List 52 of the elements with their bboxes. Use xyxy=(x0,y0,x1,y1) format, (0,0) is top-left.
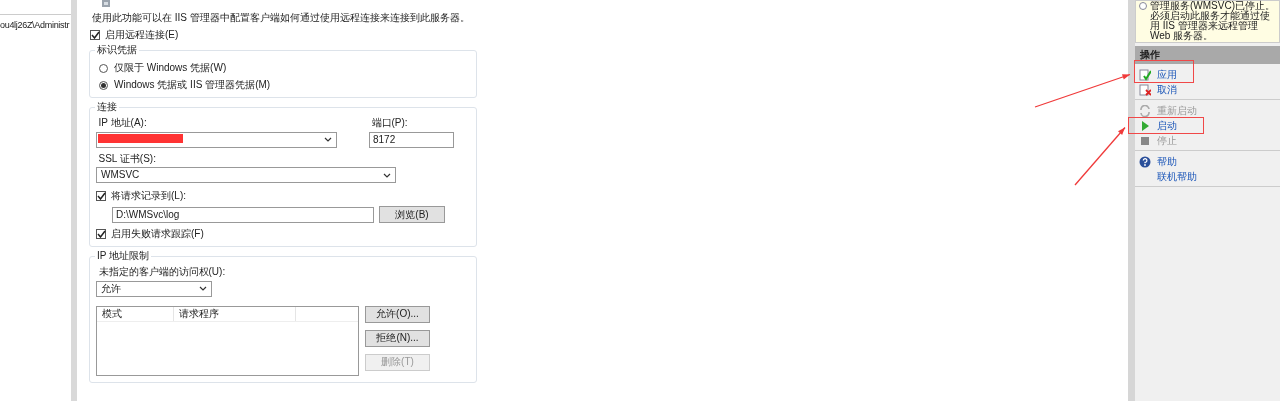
field-label: 端口(P): xyxy=(371,117,409,129)
action-button[interactable]: 允许(O)... xyxy=(365,305,430,323)
checkbox-label: 启用失败请求跟踪(F) xyxy=(111,228,204,240)
annotation-arrow xyxy=(1074,126,1126,186)
ip-address-dropdown[interactable] xyxy=(96,131,337,148)
alert-text: Web 服务器。 xyxy=(1150,31,1214,41)
refresh-icon xyxy=(1139,104,1151,117)
checkbox[interactable] xyxy=(96,191,106,201)
action-link[interactable]: 帮助 xyxy=(1135,154,1181,169)
checkbox[interactable] xyxy=(90,30,100,40)
play-icon xyxy=(1139,119,1151,132)
document-x-icon xyxy=(1139,83,1151,96)
group-title: 标识凭据 xyxy=(95,44,139,56)
radio-label: 仅限于 Windows 凭据(W) xyxy=(114,62,227,74)
action-button[interactable]: 拒绝(N)... xyxy=(365,329,430,347)
server-icon xyxy=(101,0,111,8)
document-check-icon xyxy=(1139,68,1151,81)
radio-label: Windows 凭据或 IIS 管理器凭据(M) xyxy=(114,79,271,91)
field-label: IP 地址(A): xyxy=(98,117,148,129)
browse-button[interactable]: 浏览(B) xyxy=(379,206,445,223)
chevron-down-icon xyxy=(199,286,207,291)
checkbox[interactable] xyxy=(96,229,106,239)
list-view[interactable]: 模式 请求程序 xyxy=(96,305,359,376)
alert-text: 必须启动此服务才能通过使 xyxy=(1150,11,1271,21)
column-header[interactable]: 请求程序 xyxy=(174,306,296,321)
panel-header: 操作 xyxy=(1135,46,1280,64)
column-header[interactable]: 模式 xyxy=(97,306,174,321)
checkbox-label: 启用远程连接(E) xyxy=(105,29,179,41)
log-path-field[interactable]: D:\WMSvc\log xyxy=(112,206,374,223)
chevron-down-icon xyxy=(383,172,391,178)
field-label: 未指定的客户端的访问权(U): xyxy=(98,266,227,278)
access-dropdown[interactable]: 允许 xyxy=(96,280,212,297)
alert-text: 用 IIS 管理器来远程管理 xyxy=(1150,21,1259,31)
alert-text: 管理服务(WMSVC)已停止。 xyxy=(1150,1,1276,11)
stop-icon xyxy=(1139,134,1151,147)
radio-button[interactable] xyxy=(99,80,108,90)
field-label: SSL 证书(S): xyxy=(98,152,157,165)
checkbox-label: 将请求记录到(L): xyxy=(111,190,186,202)
group-title: IP 地址限制 xyxy=(95,250,152,262)
tree-item[interactable]: ou4lj26Z\Administr xyxy=(0,14,71,31)
group-title: 连接 xyxy=(95,101,119,113)
description-text: 使用此功能可以在 IIS 管理器中配置客户端如何通过使用远程连接来连接到此服务器。 xyxy=(92,12,471,24)
action-link[interactable]: 应用 xyxy=(1135,67,1181,82)
port-field[interactable]: 8172 xyxy=(369,131,454,148)
action-link[interactable]: 联机帮助 xyxy=(1135,169,1201,184)
action-link[interactable]: 启动 xyxy=(1135,118,1181,133)
action-link[interactable]: 取消 xyxy=(1135,82,1181,97)
info-icon xyxy=(1139,2,1147,10)
chevron-down-icon xyxy=(324,137,332,142)
ssl-certificate-dropdown[interactable]: WMSVC xyxy=(96,167,396,183)
help-icon xyxy=(1139,155,1151,168)
radio-button[interactable] xyxy=(99,63,108,73)
